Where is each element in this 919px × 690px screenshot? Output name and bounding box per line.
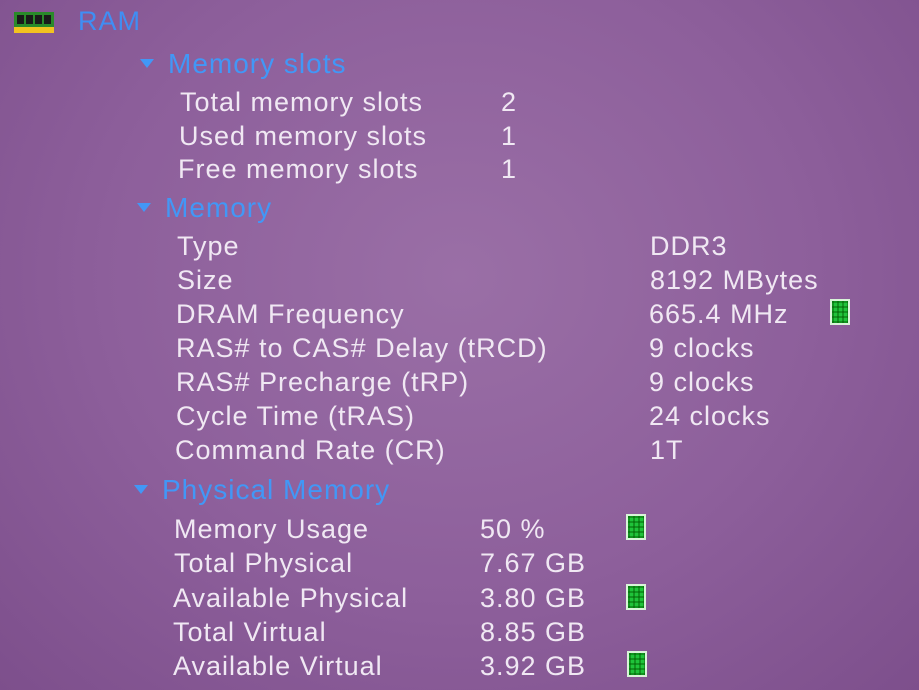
memory-slots-heading[interactable]: Memory slots [140,48,346,80]
tRP-value: 9 clocks [649,367,755,397]
available-physical-label: Available Physical [173,583,409,613]
size-label: Size [177,265,234,295]
memory-usage-label: Memory Usage [174,514,370,544]
dram-frequency-label: DRAM Frequency [176,299,405,329]
total-virtual-label: Total Virtual [173,617,327,647]
available-virtual-graph-icon[interactable] [627,651,647,677]
collapse-arrow-icon[interactable] [140,59,154,69]
available-virtual-value: 3.92 GB [480,651,587,681]
free-memory-slots-value: 1 [501,154,518,184]
tRAS-label: Cycle Time (tRAS) [176,401,416,431]
memory-usage-value: 50 % [480,514,546,544]
total-physical-value: 7.67 GB [480,548,587,578]
type-value: DDR3 [650,231,728,261]
available-physical-value: 3.80 GB [480,583,587,613]
total-physical-label: Total Physical [174,548,354,578]
memory-heading[interactable]: Memory [137,192,272,224]
tRCD-value: 9 clocks [649,333,755,363]
total-memory-slots-label: Total memory slots [180,87,424,117]
size-value: 8192 MBytes [650,265,819,295]
tRP-label: RAS# Precharge (tRP) [176,367,470,397]
ram-module-icon [14,12,54,36]
dram-frequency-graph-icon[interactable] [830,299,850,325]
dram-frequency-value: 665.4 MHz [649,299,789,329]
memory-usage-graph-icon[interactable] [626,514,646,540]
type-label: Type [177,231,240,261]
collapse-arrow-icon[interactable] [137,203,151,213]
total-memory-slots-value: 2 [501,87,518,117]
tRCD-label: RAS# to CAS# Delay (tRCD) [176,333,548,363]
tRAS-value: 24 clocks [649,401,771,431]
collapse-arrow-icon[interactable] [134,485,148,495]
used-memory-slots-label: Used memory slots [179,121,428,151]
available-virtual-label: Available Virtual [173,651,383,681]
free-memory-slots-label: Free memory slots [178,154,419,184]
available-physical-graph-icon[interactable] [626,584,646,610]
used-memory-slots-value: 1 [501,121,518,151]
physical-memory-heading[interactable]: Physical Memory [134,474,390,506]
total-virtual-value: 8.85 GB [480,617,587,647]
section-title: RAM [78,6,141,36]
command-rate-value: 1T [650,435,684,465]
command-rate-label: Command Rate (CR) [175,435,446,465]
